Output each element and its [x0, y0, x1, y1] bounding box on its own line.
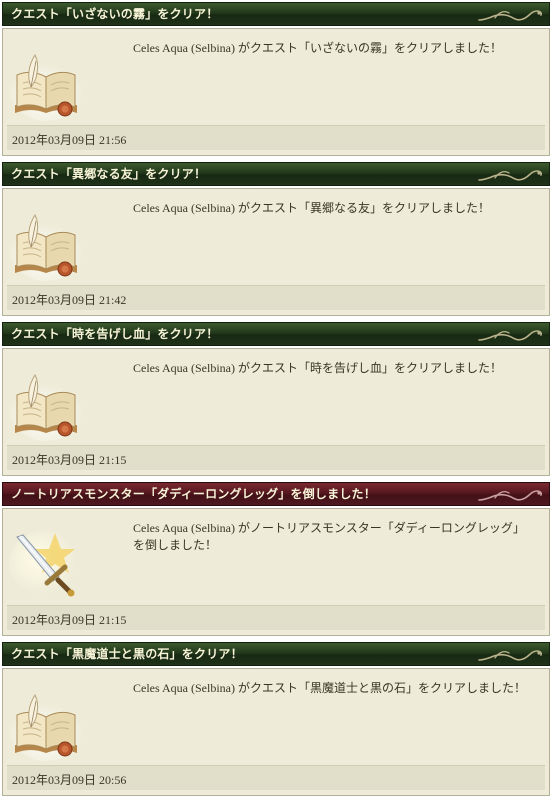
entry-timestamp: 2012年03月09日 21:15 — [12, 453, 127, 467]
entry-title: クエスト「黒魔道士と黒の石」をクリア！ — [11, 647, 243, 661]
entry-title: クエスト「いざないの霧」をクリア！ — [11, 7, 219, 21]
flourish-ornament-icon — [478, 170, 543, 181]
entry-timestamp: 2012年03月09日 21:42 — [12, 293, 127, 307]
feed-entry: クエスト「時を告げし血」をクリア！ Celes Aqua (Selbina) がク… — [2, 322, 550, 476]
entry-message: Celes Aqua (Selbina) がノートリアスモンスター「ダディーロン… — [133, 521, 525, 552]
open-book-icon — [10, 213, 82, 281]
entry-footer: 2012年03月09日 21:15 — [7, 445, 545, 470]
entry-title: ノートリアスモンスター「ダディーロングレッグ」を倒しました！ — [11, 487, 376, 501]
entry-timestamp: 2012年03月09日 20:56 — [12, 773, 127, 787]
entry-header: クエスト「黒魔道士と黒の石」をクリア！ — [2, 642, 550, 666]
entry-body: Celes Aqua (Selbina) がクエスト「黒魔道士と黒の石」をクリア… — [2, 668, 550, 796]
entry-header: クエスト「時を告げし血」をクリア！ — [2, 322, 550, 346]
flourish-ornament-icon — [478, 650, 543, 661]
flourish-ornament-icon — [478, 330, 543, 341]
entry-title: クエスト「時を告げし血」をクリア！ — [11, 327, 219, 341]
entry-footer: 2012年03月09日 21:15 — [7, 605, 545, 630]
entry-body: Celes Aqua (Selbina) がクエスト「時を告げし血」をクリアしま… — [2, 348, 550, 476]
entry-header: クエスト「異郷なる友」をクリア！ — [2, 162, 550, 186]
entry-footer: 2012年03月09日 21:56 — [7, 125, 545, 150]
entry-header: クエスト「いざないの霧」をクリア！ — [2, 2, 550, 26]
feed-entry: ノートリアスモンスター「ダディーロングレッグ」を倒しました！ Celes Aqua… — [2, 482, 550, 636]
entry-title: クエスト「異郷なる友」をクリア！ — [11, 167, 207, 181]
entry-footer: 2012年03月09日 21:42 — [7, 285, 545, 310]
entry-header: ノートリアスモンスター「ダディーロングレッグ」を倒しました！ — [2, 482, 550, 506]
entry-body: Celes Aqua (Selbina) がノートリアスモンスター「ダディーロン… — [2, 508, 550, 636]
flourish-ornament-icon — [478, 10, 543, 21]
entry-body: Celes Aqua (Selbina) がクエスト「異郷なる友」をクリアしまし… — [2, 188, 550, 316]
entry-message: Celes Aqua (Selbina) がクエスト「いざないの霧」をクリアしま… — [133, 41, 502, 55]
entry-timestamp: 2012年03月09日 21:56 — [12, 133, 127, 147]
flourish-ornament-icon — [478, 490, 543, 501]
feed-entry: クエスト「黒魔道士と黒の石」をクリア！ Celes Aqua (Selbina) … — [2, 642, 550, 796]
entry-footer: 2012年03月09日 20:56 — [7, 765, 545, 790]
open-book-icon — [10, 53, 82, 121]
feed-entry: クエスト「いざないの霧」をクリア！ Celes Aqua (Selbina) がク… — [2, 2, 550, 156]
entry-body: Celes Aqua (Selbina) がクエスト「いざないの霧」をクリアしま… — [2, 28, 550, 156]
entry-message: Celes Aqua (Selbina) がクエスト「異郷なる友」をクリアしまし… — [133, 201, 490, 215]
sword-burst-icon — [9, 531, 77, 597]
feed-entry: クエスト「異郷なる友」をクリア！ Celes Aqua (Selbina) がクエ… — [2, 162, 550, 316]
entry-timestamp: 2012年03月09日 21:15 — [12, 613, 127, 627]
entry-message: Celes Aqua (Selbina) がクエスト「黒魔道士と黒の石」をクリア… — [133, 681, 526, 695]
open-book-icon — [10, 693, 82, 761]
entry-message: Celes Aqua (Selbina) がクエスト「時を告げし血」をクリアしま… — [133, 361, 502, 375]
open-book-icon — [10, 373, 82, 441]
